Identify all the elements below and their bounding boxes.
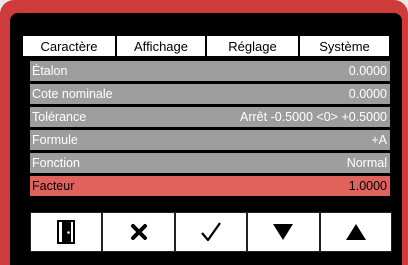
- setting-value: +A: [371, 133, 387, 147]
- setting-value: Arrêt -0.5000 <0> +0.5000: [240, 110, 387, 124]
- tab-bar: Caractère Affichage Réglage Système: [22, 35, 390, 57]
- settings-list: Étalon 0.0000 Cote nominale 0.0000 Tolér…: [30, 61, 390, 199]
- tab-caractere[interactable]: Caractère: [22, 35, 116, 57]
- setting-row-fonction[interactable]: Fonction Normal: [30, 153, 390, 173]
- door-exit-icon: [57, 220, 76, 244]
- up-button[interactable]: [319, 212, 393, 252]
- confirm-button[interactable]: [174, 212, 248, 252]
- arrow-down-icon: [273, 224, 294, 240]
- action-bar: [30, 212, 393, 252]
- tab-affichage[interactable]: Affichage: [116, 35, 206, 57]
- setting-value: 0.0000: [348, 87, 387, 101]
- setting-row-formule[interactable]: Formule +A: [30, 130, 390, 150]
- setting-label: Formule: [32, 133, 78, 147]
- setting-label: Étalon: [32, 64, 68, 78]
- down-button[interactable]: [247, 212, 320, 252]
- checkmark-icon: [201, 222, 221, 242]
- exit-button[interactable]: [30, 212, 103, 252]
- setting-row-facteur[interactable]: Facteur 1.0000: [30, 176, 390, 196]
- setting-value: 1.0000: [348, 179, 387, 193]
- setting-row-tolerance[interactable]: Tolérance Arrêt -0.5000 <0> +0.5000: [30, 107, 390, 127]
- cancel-button[interactable]: [102, 212, 175, 252]
- setting-value: 0.0000: [348, 64, 387, 78]
- arrow-up-icon: [345, 224, 366, 240]
- setting-label: Cote nominale: [32, 87, 113, 101]
- tab-systeme[interactable]: Système: [299, 35, 390, 57]
- setting-row-etalon[interactable]: Étalon 0.0000: [30, 61, 390, 81]
- setting-row-cote-nominale[interactable]: Cote nominale 0.0000: [30, 84, 390, 104]
- tab-reglage[interactable]: Réglage: [206, 35, 299, 57]
- setting-label: Fonction: [32, 156, 80, 170]
- setting-label: Facteur: [32, 179, 75, 193]
- setting-value: Normal: [346, 156, 387, 170]
- setting-label: Tolérance: [32, 110, 87, 124]
- close-x-icon: [130, 224, 147, 240]
